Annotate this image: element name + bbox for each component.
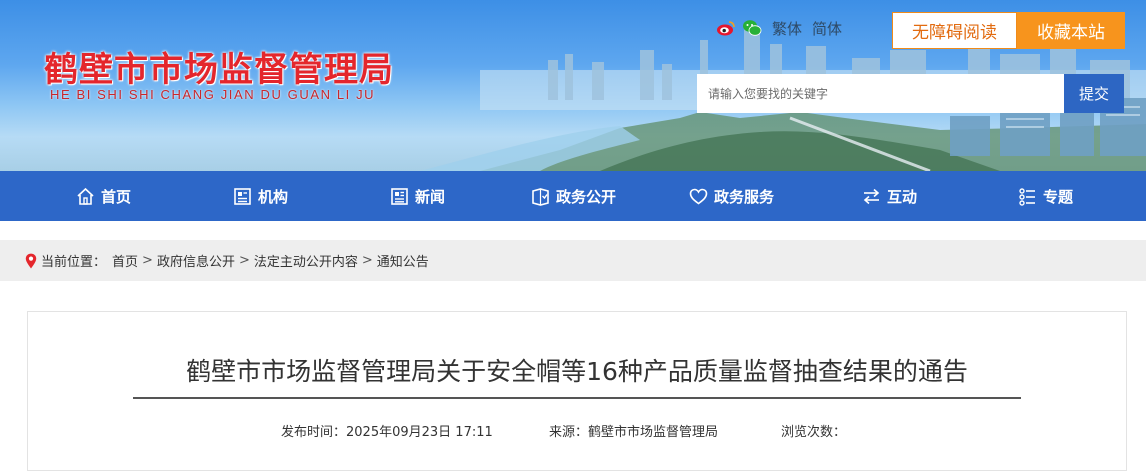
article-source: 来源：鹤壁市市场监督管理局 [549, 425, 719, 440]
breadcrumb: 当前位置： 首页 > 政府信息公开 > 法定主动公开内容 > 通知公告 [0, 240, 1146, 281]
exchange-icon [863, 188, 880, 204]
nav-label: 互动 [887, 187, 918, 206]
breadcrumb-link-statutory[interactable]: 法定主动公开内容 [254, 251, 358, 270]
weibo-icon[interactable] [716, 18, 736, 38]
site-title: 鹤壁市市场监督管理局 [44, 50, 394, 90]
nav-label: 专题 [1043, 187, 1074, 206]
heart-icon [689, 188, 708, 204]
breadcrumb-link-gov-info[interactable]: 政府信息公开 [157, 251, 235, 270]
main-nav: 首页 机构 新闻 政务公开 政务服务 互动 专题 [0, 171, 1146, 221]
article-container [27, 311, 1127, 471]
breadcrumb-separator: > [238, 253, 250, 268]
breadcrumb-separator: > [142, 253, 153, 268]
home-icon [77, 187, 94, 205]
org-icon [234, 187, 251, 205]
nav-item-news[interactable]: 新闻 [390, 171, 445, 221]
accessibility-button[interactable]: 无障碍阅读 [892, 12, 1017, 49]
nav-item-organization[interactable]: 机构 [233, 171, 288, 221]
site-pinyin: HE BI SHI SHI CHANG JIAN DU GUAN LI JU [50, 87, 376, 102]
breadcrumb-link-home[interactable]: 首页 [112, 251, 138, 270]
nav-label: 政务服务 [714, 187, 775, 206]
nav-label: 机构 [258, 187, 289, 206]
header-banner: 鹤壁市市场监督管理局 HE BI SHI SHI CHANG JIAN DU G… [0, 0, 1146, 171]
simplified-chinese-link[interactable]: 简体 [812, 18, 842, 39]
article-title: 鹤壁市市场监督管理局关于安全帽等16种产品质量监督抽查结果的通告 [186, 357, 968, 386]
breadcrumb-separator: > [361, 253, 373, 268]
breadcrumb-prefix: 当前位置： [41, 255, 107, 270]
topic-icon [1019, 187, 1035, 206]
nav-item-special-topics[interactable]: 专题 [1018, 171, 1073, 221]
search-submit-button[interactable]: 提交 [1064, 74, 1124, 113]
add-favorite-button[interactable]: 收藏本站 [1017, 12, 1125, 49]
view-count-label: 浏览次数： [781, 425, 847, 440]
nav-item-government-services[interactable]: 政务服务 [689, 171, 774, 221]
nav-label: 政务公开 [556, 187, 617, 206]
publish-time: 发布时间：2025年09月23日 17:11 [281, 425, 493, 440]
nav-label: 新闻 [415, 187, 446, 206]
nav-item-home[interactable]: 首页 [76, 171, 131, 221]
traditional-chinese-link[interactable]: 繁体 [772, 18, 802, 39]
title-divider [133, 397, 1021, 399]
location-pin-icon [25, 253, 37, 268]
search-input[interactable] [697, 74, 1064, 113]
wechat-icon[interactable] [742, 18, 762, 38]
news-icon [391, 187, 408, 205]
nav-label: 首页 [101, 187, 132, 206]
open-gov-icon [532, 187, 549, 206]
nav-item-interaction[interactable]: 互动 [862, 171, 917, 221]
top-tools: 繁体 简体 [716, 16, 842, 40]
breadcrumb-link-notices[interactable]: 通知公告 [377, 251, 429, 270]
nav-item-open-government[interactable]: 政务公开 [531, 171, 616, 221]
